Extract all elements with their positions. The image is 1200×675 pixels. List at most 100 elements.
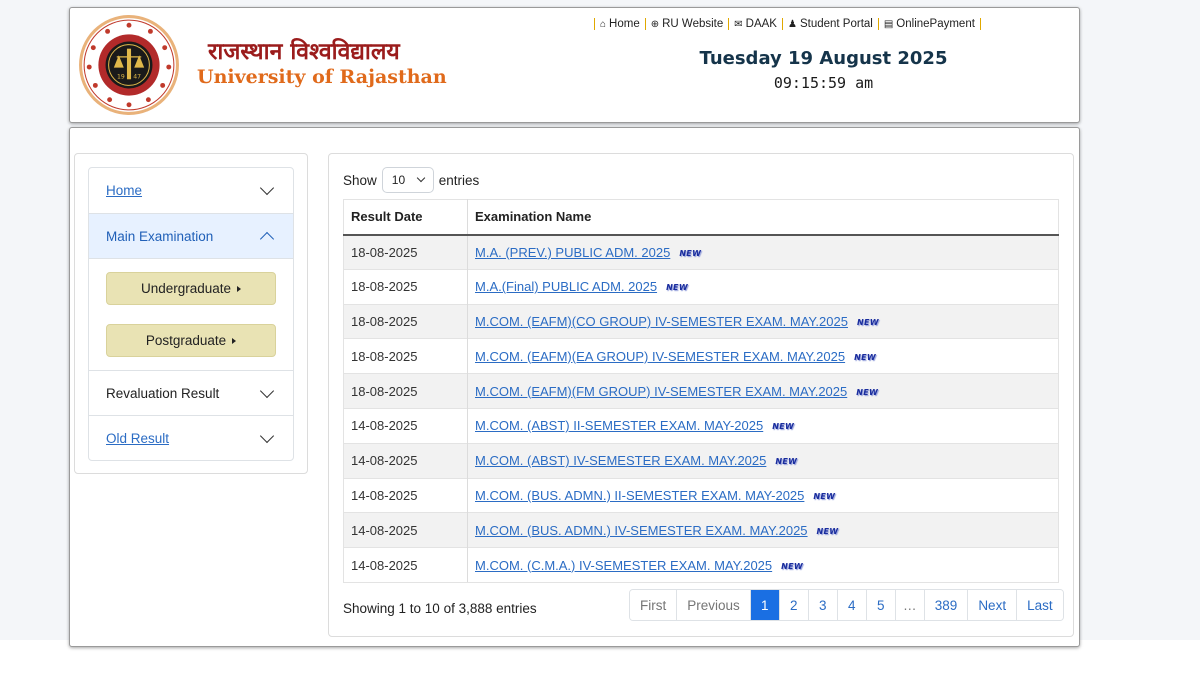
examination-result-link[interactable]: M.COM. (EAFM)(EA GROUP) IV-SEMESTER EXAM… [475, 349, 845, 364]
pagination-first[interactable]: First [630, 590, 677, 620]
brand-name-english: University of Rajasthan [197, 66, 447, 88]
table-info: Showing 1 to 10 of 3,888 entries [343, 601, 537, 616]
results-table: Result Date Examination Name 18-08-2025 M… [343, 199, 1059, 583]
examination-result-link[interactable]: M.COM. (BUS. ADMN.) IV-SEMESTER EXAM. MA… [475, 523, 808, 538]
table-row: 14-08-2025 M.COM. (BUS. ADMN.) II-SEMESTE… [343, 477, 1059, 513]
main-examination-panel: Undergraduate Postgraduate [89, 258, 293, 370]
new-badge: NEW [679, 248, 702, 258]
sidebar-item-revaluation-label: Revaluation Result [106, 385, 220, 401]
svg-text:47: 47 [133, 73, 141, 80]
caret-right-icon [232, 337, 237, 344]
site-header: 19 47 राजस्थान विश्वविद्यालय University … [69, 7, 1080, 123]
examination-result-link[interactable]: M.COM. (ABST) II-SEMESTER EXAM. MAY-2025 [475, 418, 763, 433]
pagination: First Previous 1 2 3 4 5 … 389 Next Last [629, 589, 1064, 621]
brand-name-hindi: राजस्थान विश्वविद्यालय [208, 39, 400, 65]
entries-label: entries [438, 172, 480, 188]
chevron-down-icon [259, 180, 275, 196]
nav-ru-website-label: RU Website [662, 18, 724, 30]
postgraduate-button[interactable]: Postgraduate [106, 324, 276, 357]
chevron-down-icon [259, 428, 275, 443]
pagination-page-4[interactable]: 4 [836, 590, 866, 620]
result-date-cell: 18-08-2025 [343, 338, 468, 374]
envelope-icon: ✉ [734, 18, 743, 30]
nav-ru-website[interactable]: ⊕ RU Website [644, 18, 729, 30]
table-row: 14-08-2025 M.COM. (ABST) IV-SEMESTER EXAM… [343, 442, 1059, 479]
new-badge: NEW [772, 422, 795, 432]
pagination-page-5[interactable]: 5 [865, 590, 895, 620]
nav-home[interactable]: ⌂ Home [594, 18, 645, 30]
undergraduate-button[interactable]: Undergraduate [106, 272, 276, 305]
new-badge: NEW [856, 318, 879, 328]
table-row: 14-08-2025 M.COM. (BUS. ADMN.) IV-SEMESTE… [343, 512, 1059, 548]
sidebar-item-main-examination-label: Main Examination [106, 228, 214, 244]
sidebar-item-revaluation-result[interactable]: Revaluation Result [89, 370, 293, 415]
pagination-next[interactable]: Next [967, 590, 1017, 620]
examination-name-cell: M.COM. (EAFM)(EA GROUP) IV-SEMESTER EXAM… [467, 338, 1059, 374]
column-header-examination-name[interactable]: Examination Name [467, 199, 1059, 236]
result-date-cell: 14-08-2025 [343, 512, 468, 548]
new-badge: NEW [856, 387, 879, 397]
sidebar-item-main-examination[interactable]: Main Examination [89, 213, 293, 258]
chevron-up-icon [259, 231, 275, 246]
examination-result-link[interactable]: M.A. (PREV.) PUBLIC ADM. 2025 [475, 245, 670, 260]
money-icon: ▤ [883, 18, 894, 30]
examination-result-link[interactable]: M.COM. (C.M.A.) IV-SEMESTER EXAM. MAY.20… [475, 558, 772, 573]
table-row: 18-08-2025 M.A. (PREV.) PUBLIC ADM. 2025 N… [343, 234, 1059, 270]
examination-name-cell: M.A. (PREV.) PUBLIC ADM. 2025 NEW [467, 234, 1059, 270]
new-badge: NEW [666, 283, 688, 293]
result-date-cell: 18-08-2025 [343, 268, 468, 305]
pagination-page-1[interactable]: 1 [749, 590, 779, 620]
current-date: Tuesday 19 August 2025 [699, 48, 948, 69]
examination-name-cell: M.COM. (BUS. ADMN.) IV-SEMESTER EXAM. MA… [467, 512, 1059, 548]
table-row: 14-08-2025 M.COM. (C.M.A.) IV-SEMESTER EX… [343, 547, 1059, 583]
nav-home-label: Home [609, 18, 640, 30]
sidebar-item-old-result-label[interactable]: Old Result [106, 431, 169, 446]
column-header-result-date[interactable]: Result Date [343, 199, 468, 236]
pagination-page-last-number[interactable]: 389 [923, 590, 968, 620]
examination-name-cell: M.COM. (BUS. ADMN.) II-SEMESTER EXAM. MA… [467, 477, 1059, 513]
new-badge: NEW [816, 526, 839, 536]
examination-result-link[interactable]: M.COM. (BUS. ADMN.) II-SEMESTER EXAM. MA… [475, 488, 804, 503]
table-row: 18-08-2025 M.COM. (EAFM)(CO GROUP) IV-SEM… [343, 303, 1059, 339]
result-date-cell: 14-08-2025 [343, 407, 468, 444]
sidebar-item-home[interactable]: Home [89, 168, 293, 213]
university-seal-logo[interactable]: 19 47 [78, 14, 180, 116]
new-badge: NEW [813, 492, 836, 502]
pagination-page-3[interactable]: 3 [807, 590, 837, 620]
nav-online-payment-label: OnlinePayment [896, 18, 975, 30]
page-length-select[interactable]: 10 [381, 167, 434, 193]
new-badge: NEW [854, 352, 876, 362]
result-date-cell: 18-08-2025 [343, 373, 468, 409]
page-length-control: Show 10 entries [343, 167, 479, 193]
nav-daak[interactable]: ✉ DAAK [728, 18, 782, 30]
table-row: 18-08-2025 M.COM. (EAFM)(EA GROUP) IV-SEM… [343, 338, 1059, 374]
postgraduate-label: Postgraduate [145, 333, 227, 348]
examination-name-cell: M.COM. (EAFM)(FM GROUP) IV-SEMESTER EXAM… [467, 373, 1059, 409]
sidebar-item-old-result[interactable]: Old Result [89, 415, 293, 460]
examination-result-link[interactable]: M.COM. (EAFM)(FM GROUP) IV-SEMESTER EXAM… [475, 384, 847, 399]
pagination-previous[interactable]: Previous [676, 590, 750, 620]
table-header-row: Result Date Examination Name [343, 199, 1059, 236]
result-date-cell: 18-08-2025 [343, 303, 468, 339]
nav-student-portal-label: Student Portal [799, 18, 873, 30]
new-badge: NEW [775, 457, 798, 467]
examination-result-link[interactable]: M.A.(Final) PUBLIC ADM. 2025 [475, 279, 657, 294]
nav-online-payment[interactable]: ▤ OnlinePayment [877, 18, 981, 30]
pagination-ellipsis: … [894, 590, 924, 620]
nav-daak-label: DAAK [745, 18, 777, 30]
result-date-cell: 14-08-2025 [343, 477, 468, 513]
sidebar-item-home-label[interactable]: Home [106, 183, 142, 198]
examination-result-link[interactable]: M.COM. (ABST) IV-SEMESTER EXAM. MAY.2025 [475, 453, 766, 468]
examination-result-link[interactable]: M.COM. (EAFM)(CO GROUP) IV-SEMESTER EXAM… [475, 314, 848, 329]
home-icon: ⌂ [600, 18, 607, 30]
pagination-page-2[interactable]: 2 [778, 590, 808, 620]
current-time: 09:15:59 am [773, 74, 874, 92]
student-icon: ♟ [787, 18, 797, 30]
examination-name-cell: M.COM. (C.M.A.) IV-SEMESTER EXAM. MAY.20… [467, 547, 1059, 583]
table-row: 14-08-2025 M.COM. (ABST) II-SEMESTER EXAM… [343, 407, 1059, 444]
examination-name-cell: M.COM. (ABST) II-SEMESTER EXAM. MAY-2025… [467, 407, 1059, 444]
top-navigation: ⌂ Home ⊕ RU Website ✉ DAAK ♟ Student Portal … [594, 18, 981, 30]
caret-right-icon [237, 285, 242, 292]
pagination-last[interactable]: Last [1016, 590, 1063, 620]
nav-student-portal[interactable]: ♟ Student Portal [781, 18, 878, 30]
